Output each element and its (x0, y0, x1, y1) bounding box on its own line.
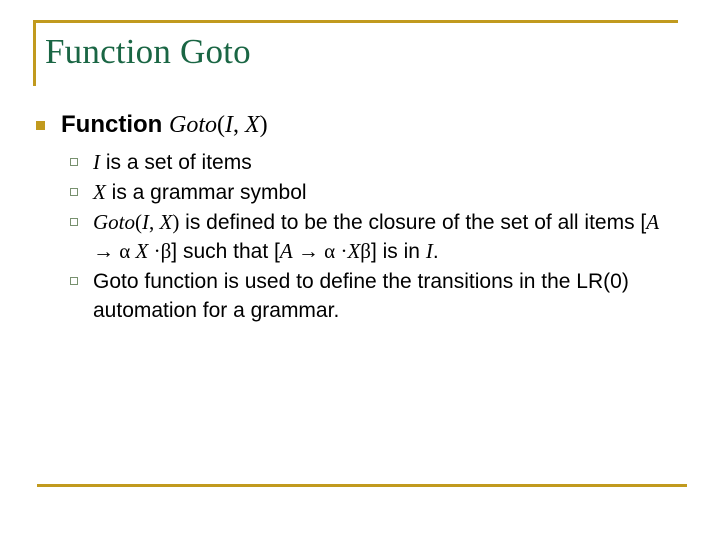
bullet-level1-function-goto: Function Goto(I, X) (36, 110, 684, 140)
text-run-symbol: → (93, 239, 120, 263)
bullet-level1-label: Function Goto(I, X) (61, 110, 268, 140)
hollow-square-bullet-icon (70, 158, 78, 166)
text-run-math-italic: X (93, 180, 106, 204)
slide-body: Function Goto(I, X) I is a set of items X… (36, 110, 684, 326)
text-run-math-italic: X (130, 239, 149, 263)
text-run-plain: is defined to be the closure of the set … (179, 211, 647, 234)
slide-title: Function Goto (45, 32, 251, 71)
decorative-rule-bottom (37, 484, 687, 487)
text-run-math-italic: A (646, 210, 660, 234)
bullet-items-set-text: I is a set of items (93, 148, 252, 177)
heading-math-close-paren: ) (259, 112, 268, 138)
bullet-grammar-symbol: X is a grammar symbol (70, 178, 684, 207)
text-run-math-italic: X (159, 210, 173, 234)
text-run-symbol: α (119, 239, 131, 263)
text-run-math-italic: A (279, 239, 293, 263)
text-run-math-italic: X (347, 239, 361, 263)
decorative-rule-top (33, 20, 678, 23)
text-run-math-roman: , (149, 210, 160, 234)
square-bullet-icon (36, 121, 45, 130)
text-run-math-italic: I (425, 239, 433, 263)
bullet-items-set: I is a set of items (70, 148, 684, 177)
heading-math-x: X (244, 112, 260, 138)
bullet-goto-definition: Goto(I, X) is defined to be the closure … (70, 208, 684, 266)
bullet-goto-definition-text: Goto(I, X) is defined to be the closure … (93, 208, 660, 266)
heading-math-goto: Goto (168, 112, 217, 138)
text-run-math-italic: I (142, 210, 149, 234)
text-run-symbol: β (160, 239, 172, 263)
text-run-plain: is a set of items (100, 151, 252, 174)
heading-word-function: Function (61, 111, 169, 138)
text-run-plain: ] is in (370, 240, 426, 263)
hollow-square-bullet-icon (70, 218, 78, 226)
bullet-level2-list: I is a set of items X is a grammar symbol… (70, 148, 684, 325)
decorative-rule-left (33, 20, 36, 86)
heading-math-i: I (224, 112, 233, 138)
hollow-square-bullet-icon (70, 188, 78, 196)
heading-math-comma: , (232, 112, 245, 138)
text-run-math-italic: I (93, 150, 100, 174)
bullet-goto-transitions: Goto function is used to define the tran… (70, 267, 684, 325)
text-run-plain: Goto function is used to define the tran… (93, 270, 629, 322)
bullet-grammar-symbol-text: X is a grammar symbol (93, 178, 307, 207)
text-run-symbol: · (335, 239, 348, 263)
text-run-symbol: α (324, 239, 336, 263)
text-run-symbol: · (148, 239, 161, 263)
slide: Function Goto Function Goto(I, X) I is a… (0, 0, 720, 540)
text-run-plain: . (432, 240, 439, 263)
bullet-goto-transitions-text: Goto function is used to define the tran… (93, 267, 660, 325)
text-run-math-italic: Goto (93, 210, 135, 234)
hollow-square-bullet-icon (70, 277, 78, 285)
text-run-plain: ] such that [ (171, 240, 280, 263)
heading-math-open-paren: ( (216, 112, 225, 138)
text-run-symbol: β (360, 239, 371, 263)
text-run-math-roman: ( (135, 210, 142, 234)
text-run-plain: is a grammar symbol (105, 181, 307, 204)
text-run-symbol: → (292, 239, 325, 263)
